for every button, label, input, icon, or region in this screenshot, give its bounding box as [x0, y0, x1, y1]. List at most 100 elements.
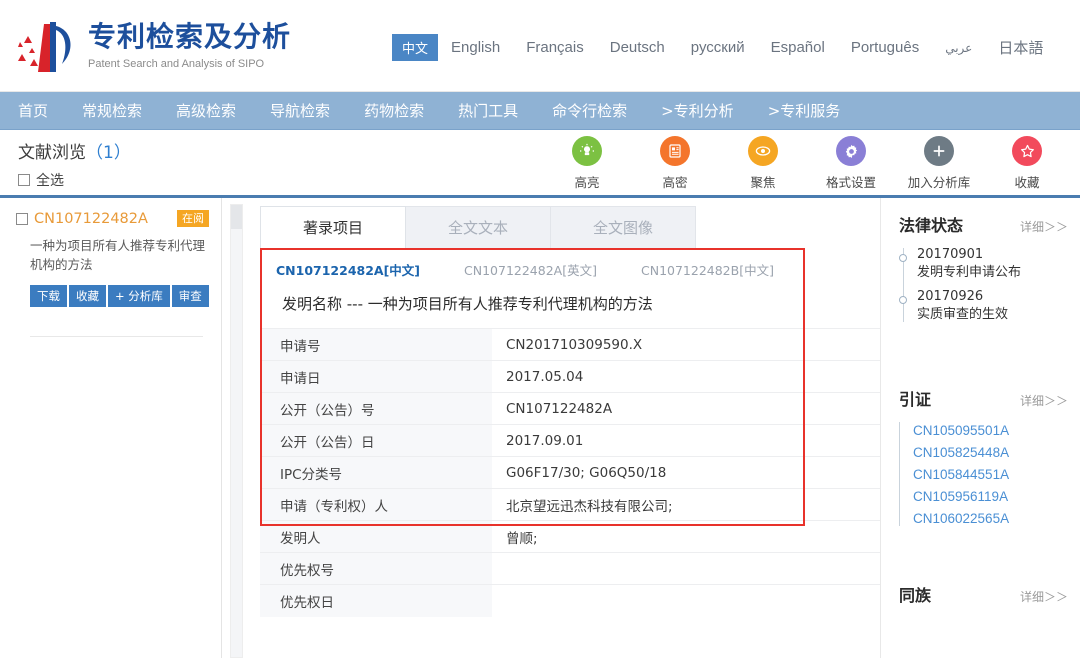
table-row: 公开（公告）日 2017.09.01	[260, 424, 880, 457]
lang-ru[interactable]: русский	[678, 36, 758, 59]
timeline-description: 实质审查的生效	[917, 307, 1009, 322]
scrollbar[interactable]	[230, 204, 243, 658]
family-header: 同族 详细＞＞	[899, 582, 1068, 606]
divider	[30, 336, 203, 337]
timeline-dot-icon	[899, 254, 907, 262]
status-badge: 在阅	[177, 210, 209, 227]
table-row: 申请（专利权）人 北京望远迅杰科技有限公司;	[260, 488, 880, 521]
document-actions: 下载 收藏 + 分析库 审查	[30, 285, 209, 307]
field-value: 2017.09.01	[492, 424, 880, 457]
citation-link[interactable]: CN105956119A	[913, 486, 1068, 508]
checkbox-icon[interactable]	[16, 212, 28, 225]
tab-fullimage[interactable]: 全文图像	[550, 206, 696, 248]
sipo-logo-icon	[18, 21, 71, 72]
tool-format-settings[interactable]: 格式设置	[814, 136, 888, 191]
family-more-link[interactable]: 详细＞＞	[1020, 588, 1068, 605]
tool-dense[interactable]: 高密	[638, 136, 712, 191]
field-label: 优先权日	[260, 584, 492, 617]
field-value: 曾顺;	[492, 520, 880, 553]
timeline-dot-icon	[899, 296, 907, 304]
tool-focus-label: 聚焦	[750, 175, 776, 190]
citations-line	[899, 422, 900, 526]
page-title: 文献浏览（1）	[18, 138, 131, 163]
tool-focus[interactable]: 聚焦	[726, 136, 800, 191]
nav-item-advanced-search[interactable]: 高级检索	[159, 92, 253, 130]
variant-tab-cn-b-zh[interactable]: CN107122482B[中文]	[641, 260, 774, 279]
legal-status-title: 法律状态	[899, 216, 964, 235]
download-button[interactable]: 下载	[30, 285, 67, 307]
table-row: IPC分类号 G06F17/30; G06Q50/18	[260, 456, 880, 489]
lang-es[interactable]: Español	[758, 36, 838, 59]
tab-bibliographic[interactable]: 著录项目	[260, 206, 406, 248]
star-icon	[1012, 136, 1042, 166]
lang-ar[interactable]: عربي	[932, 38, 985, 58]
tool-add-to-library[interactable]: 加入分析库	[902, 136, 976, 191]
plus-icon	[924, 136, 954, 166]
tool-dense-label: 高密	[662, 175, 688, 190]
tool-highlight[interactable]: 高亮	[550, 136, 624, 191]
document-id-link[interactable]: CN107122482A	[34, 211, 148, 227]
scrollbar-thumb[interactable]	[231, 205, 242, 229]
field-label: 申请日	[260, 360, 492, 393]
logo[interactable]: 专利检索及分析 Patent Search and Analysis of SI…	[14, 14, 291, 78]
citations-title: 引证	[899, 390, 932, 409]
lang-ja[interactable]: 日本語	[985, 34, 1056, 61]
lang-de[interactable]: Deutsch	[597, 36, 678, 59]
document-detail-panel: 著录项目 全文文本 全文图像 CN107122482A[中文] CN107122…	[252, 198, 880, 658]
browse-label: 文献浏览	[18, 143, 86, 163]
nav-item-regular-search[interactable]: 常规检索	[65, 92, 159, 130]
lang-en[interactable]: English	[438, 36, 513, 59]
field-value: 北京望远迅杰科技有限公司;	[492, 488, 880, 521]
favorite-button[interactable]: 收藏	[69, 285, 106, 307]
variant-tab-cn-a-zh[interactable]: CN107122482A[中文]	[276, 260, 420, 279]
legal-status-timeline: 20170901 发明专利申请公布 20170926 实质审查的生效	[899, 246, 1068, 324]
timeline-item: 20170901 发明专利申请公布	[899, 246, 1068, 282]
timeline-description: 发明专利申请公布	[917, 265, 1022, 280]
field-label: 公开（公告）号	[260, 392, 492, 425]
detail-tabs: 著录项目 全文文本 全文图像	[260, 204, 880, 248]
eye-icon	[748, 136, 778, 166]
field-value: G06F17/30; G06Q50/18	[492, 456, 880, 489]
field-value: CN201710309590.X	[492, 328, 880, 361]
field-value: CN107122482A	[492, 392, 880, 425]
publication-variant-tabs: CN107122482A[中文] CN107122482A[英文] CN1071…	[260, 248, 880, 279]
field-value	[492, 584, 880, 617]
tool-favorite[interactable]: 收藏	[990, 136, 1064, 191]
list-item[interactable]: CN107122482A 在阅 一种为项目所有人推荐专利代理机构的方法 下载 收…	[16, 210, 209, 307]
invention-title: 发明名称 --- 一种为项目所有人推荐专利代理机构的方法	[282, 295, 653, 313]
bibliographic-panel: CN107122482A[中文] CN107122482A[英文] CN1071…	[260, 248, 880, 617]
field-value	[492, 552, 880, 585]
tool-highlight-label: 高亮	[574, 175, 600, 190]
nav-item-patent-analysis[interactable]: >专利分析	[644, 92, 751, 130]
legal-status-more-link[interactable]: 详细＞＞	[1020, 218, 1068, 235]
variant-tab-cn-a-en[interactable]: CN107122482A[英文]	[464, 260, 597, 279]
nav-item-patent-service[interactable]: >专利服务	[751, 92, 858, 130]
nav-item-drug-search[interactable]: 药物检索	[347, 92, 441, 130]
citation-link[interactable]: CN105825448A	[913, 442, 1068, 464]
nav-item-command-search[interactable]: 命令行检索	[535, 92, 644, 130]
document-header-row: CN107122482A 在阅	[16, 210, 209, 227]
nav-item-home[interactable]: 首页	[0, 92, 65, 130]
lang-fr[interactable]: Français	[513, 36, 597, 59]
nav-item-hot-tools[interactable]: 热门工具	[441, 92, 535, 130]
tab-fulltext[interactable]: 全文文本	[405, 206, 551, 248]
add-to-library-button[interactable]: + 分析库	[108, 285, 170, 307]
citation-link[interactable]: CN106022565A	[913, 508, 1068, 530]
lang-zh[interactable]: 中文	[392, 34, 439, 61]
document-title: 一种为项目所有人推荐专利代理机构的方法	[30, 238, 206, 272]
document-list: CN107122482A 在阅 一种为项目所有人推荐专利代理机构的方法 下载 收…	[0, 198, 222, 658]
site-header: 专利检索及分析 Patent Search and Analysis of SI…	[0, 0, 1080, 92]
citation-link[interactable]: CN105844551A	[913, 464, 1068, 486]
select-all-control[interactable]: 全选	[18, 170, 64, 190]
checkbox-icon[interactable]	[18, 174, 30, 186]
nav-item-navigation-search[interactable]: 导航检索	[253, 92, 347, 130]
field-label: 公开（公告）日	[260, 424, 492, 457]
review-button[interactable]: 审查	[171, 285, 209, 307]
language-switcher: 中文 English Français Deutsch русский Espa…	[392, 34, 1056, 61]
citation-link[interactable]: CN105095501A	[913, 420, 1068, 442]
site-title: 专利检索及分析	[88, 19, 292, 53]
document-dense-icon	[660, 136, 690, 166]
lang-pt[interactable]: Português	[838, 36, 932, 59]
citations-more-link[interactable]: 详细＞＞	[1020, 392, 1068, 409]
